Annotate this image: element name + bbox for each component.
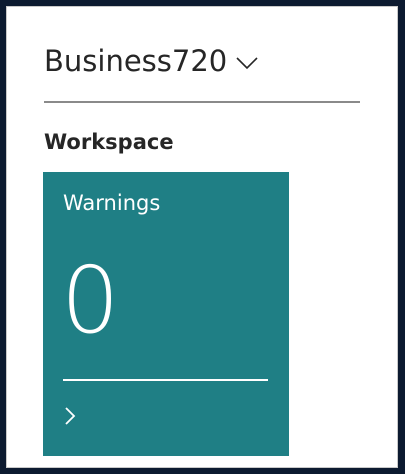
section-title: Workspace: [44, 130, 174, 154]
tile-divider: [63, 379, 268, 381]
tile-value: 0: [61, 247, 120, 354]
warnings-tile[interactable]: Warnings 0: [43, 172, 289, 456]
chevron-down-icon[interactable]: [235, 55, 259, 71]
company-switcher[interactable]: Business720: [44, 44, 259, 78]
header-divider: [44, 101, 360, 103]
tile-title: Warnings: [63, 191, 161, 215]
workspace-panel: Business720 Workspace Warnings 0: [6, 6, 398, 468]
company-name: Business720: [44, 44, 228, 78]
chevron-right-icon[interactable]: [63, 405, 77, 427]
